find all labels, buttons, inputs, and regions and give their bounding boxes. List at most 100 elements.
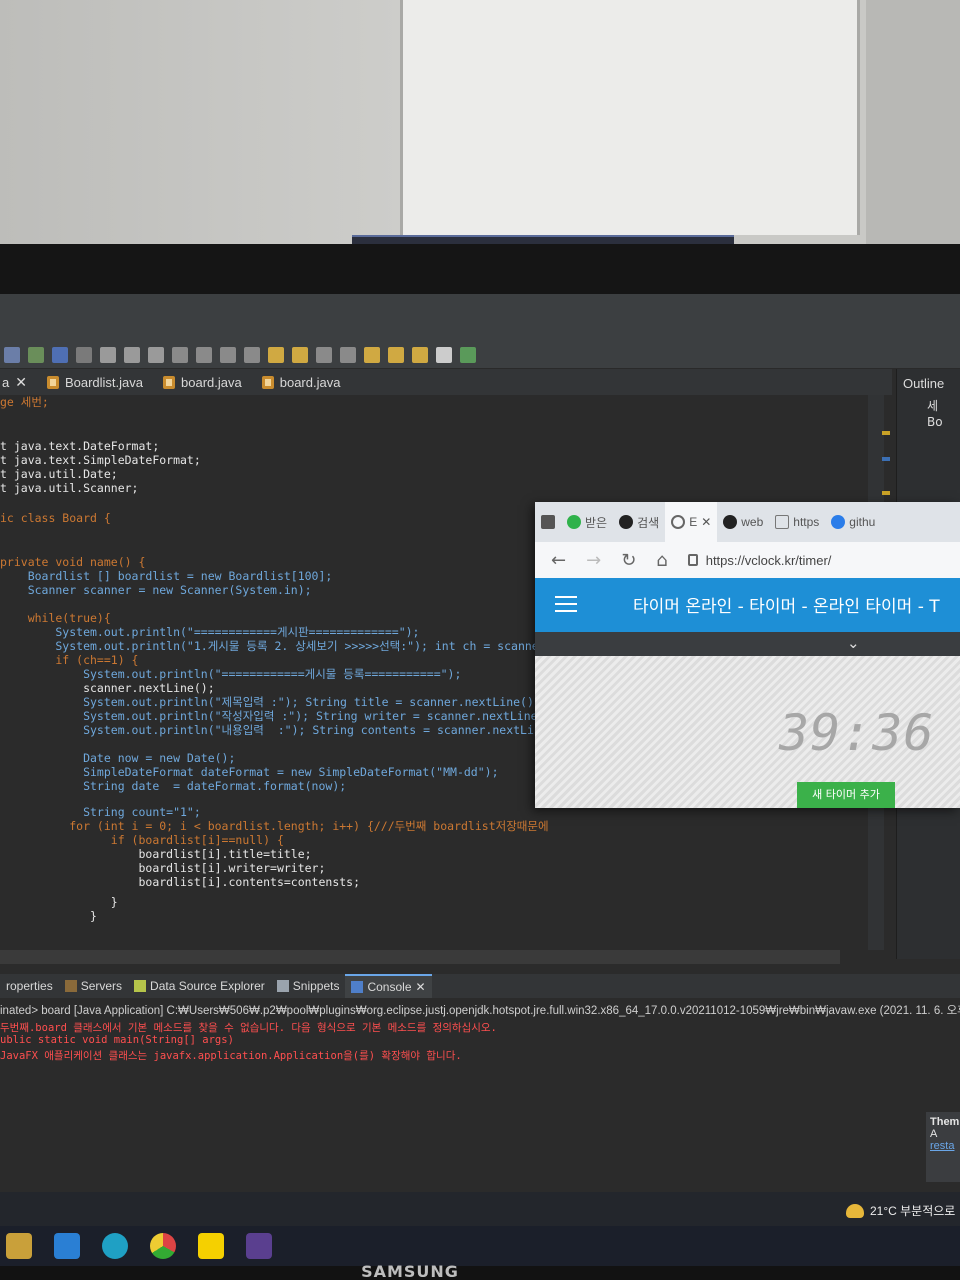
resume-icon[interactable] (100, 347, 116, 363)
code-line[interactable]: System.out.println("============게시물 등록==… (0, 667, 461, 681)
code-line[interactable]: System.out.println("작성자입력 :"); String wr… (0, 709, 551, 723)
code-line[interactable]: for (int i = 0; i < boardlist.length; i+… (0, 819, 548, 833)
step-into-icon[interactable] (196, 347, 212, 363)
url-field[interactable]: https://vclock.kr/timer/ (687, 553, 831, 568)
tab-board-2[interactable]: board.java (252, 369, 351, 395)
settings-icon[interactable] (4, 347, 20, 363)
tab-data-source-explorer[interactable]: Data Source Explorer (128, 974, 271, 998)
code-line[interactable]: private void name() { (0, 555, 145, 569)
close-icon[interactable]: ✕ (701, 515, 711, 529)
kakaotalk-icon[interactable] (198, 1233, 224, 1259)
code-line[interactable]: } (0, 909, 97, 923)
code-line[interactable]: ic class Board { (0, 511, 111, 525)
code-line[interactable]: t java.text.DateFormat; (0, 439, 159, 453)
browser-tab[interactable]: githu (825, 502, 881, 542)
eclipse-icon[interactable] (246, 1233, 272, 1259)
code-line[interactable]: Boardlist [] boardlist = new Boardlist[1… (0, 569, 333, 583)
code-line[interactable]: String count="1"; (0, 805, 201, 819)
bing-icon (831, 515, 846, 529)
ruler-marker[interactable] (882, 491, 890, 495)
theme-card-link[interactable]: A resta (930, 1128, 956, 1152)
stop-icon[interactable] (148, 347, 164, 363)
tab-servers[interactable]: Servers (59, 974, 128, 998)
code-line[interactable]: Scanner scanner = new Scanner(System.in)… (0, 583, 312, 597)
browser-tab[interactable]: 검색 (613, 502, 665, 542)
perspective-icon[interactable] (460, 347, 476, 363)
code-line[interactable]: boardlist[i].writer=writer; (0, 861, 325, 875)
outline-item[interactable]: Bo (927, 415, 943, 429)
code-line[interactable]: } (0, 895, 118, 909)
debug-icon[interactable] (28, 347, 44, 363)
browser-tab-active[interactable]: E ✕ (665, 502, 718, 542)
code-line[interactable]: ge 세번; (0, 395, 49, 409)
code-line[interactable]: System.out.println("============게시판=====… (0, 625, 419, 639)
annotation-next-icon[interactable] (340, 347, 356, 363)
browser-tab-label: 받은 (585, 515, 608, 530)
chrome-icon[interactable] (150, 1233, 176, 1259)
code-line[interactable]: if (ch==1) { (0, 653, 138, 667)
forward-icon[interactable]: → (586, 550, 601, 571)
arrow-right-icon[interactable] (436, 347, 452, 363)
code-line[interactable]: SimpleDateFormat dateFormat = new Simple… (0, 765, 498, 779)
annotation-icon[interactable] (316, 347, 332, 363)
highlight-icon[interactable] (268, 347, 284, 363)
store-icon[interactable] (6, 1233, 32, 1259)
weather-text: 21°C 부분적으로 (870, 1204, 956, 1218)
menu-icon[interactable] (555, 596, 577, 612)
code-line[interactable]: t java.text.SimpleDateFormat; (0, 453, 201, 467)
forward-icon[interactable] (388, 347, 404, 363)
step-return-icon[interactable] (244, 347, 260, 363)
weather-widget[interactable]: 21°C 부분적으로 (846, 1202, 955, 1219)
close-icon[interactable]: ✕ (416, 980, 426, 994)
browser-tab[interactable]: https (769, 502, 825, 542)
browser-tab-label: https (793, 515, 820, 529)
tab-actions-icon[interactable] (541, 515, 555, 529)
back-icon[interactable]: ← (551, 550, 566, 571)
ruler-marker[interactable] (882, 457, 890, 461)
new-timer-button[interactable]: 새 타이머 추가 (797, 782, 895, 808)
code-line[interactable]: boardlist[i].title=title; (0, 847, 311, 861)
tab-boardlist[interactable]: Boardlist.java (37, 369, 153, 395)
tab-properties[interactable]: roperties (0, 974, 59, 998)
browser-tab[interactable] (535, 502, 561, 542)
window-icon[interactable] (52, 347, 68, 363)
back-icon[interactable] (364, 347, 380, 363)
code-line[interactable]: while(true){ (0, 611, 111, 625)
code-line[interactable]: t java.util.Date; (0, 467, 118, 481)
code-line[interactable]: System.out.println("내용입력 :"); String con… (0, 723, 541, 737)
chevron-down-icon[interactable]: ⌄ (847, 634, 860, 652)
step-over-icon[interactable] (220, 347, 236, 363)
code-line[interactable]: System.out.println("1.게시물 등록 2. 상세보기 >>>… (0, 639, 559, 653)
background-room (0, 0, 960, 260)
home-icon[interactable]: ⌂ (656, 550, 667, 571)
disconnect-icon[interactable] (172, 347, 188, 363)
outline-item[interactable]: 세 (927, 397, 938, 414)
refresh-icon[interactable]: ↻ (621, 550, 636, 571)
mark-occurrences-icon[interactable] (292, 347, 308, 363)
mail-icon[interactable] (54, 1233, 80, 1259)
tab-close[interactable]: a ✕ (0, 369, 37, 395)
tab-snippets[interactable]: Snippets (271, 974, 346, 998)
java-file-icon (46, 375, 59, 389)
tab-console[interactable]: Console ✕ (345, 974, 432, 998)
browser-tab[interactable]: web (717, 502, 769, 542)
arrow-left-icon[interactable] (412, 347, 428, 363)
code-line[interactable]: Date now = new Date(); (0, 751, 235, 765)
editor-horizontal-scrollbar[interactable] (0, 950, 840, 964)
code-line[interactable]: if (boardlist[i]==null) { (0, 833, 284, 847)
code-line[interactable]: boardlist[i].contents=contensts; (0, 875, 360, 889)
browser-tab[interactable]: 받은 (561, 502, 613, 542)
tab-board-1[interactable]: board.java (153, 369, 252, 395)
edge-icon[interactable] (102, 1233, 128, 1259)
code-line[interactable]: scanner.nextLine(); (0, 681, 215, 695)
restart-link[interactable]: resta (930, 1140, 954, 1152)
code-line[interactable]: t java.util.Scanner; (0, 481, 138, 495)
ruler-marker[interactable] (882, 431, 890, 435)
close-icon[interactable]: ✕ (15, 374, 27, 391)
code-line[interactable]: String date = dateFormat.format(now); (0, 779, 346, 793)
skip-icon[interactable] (76, 347, 92, 363)
theme-notification[interactable]: Them A resta (926, 1112, 960, 1182)
browser-tab-label: githu (849, 515, 876, 529)
pause-icon[interactable] (124, 347, 140, 363)
code-line[interactable]: System.out.println("제목입력 :"); String tit… (0, 695, 541, 709)
